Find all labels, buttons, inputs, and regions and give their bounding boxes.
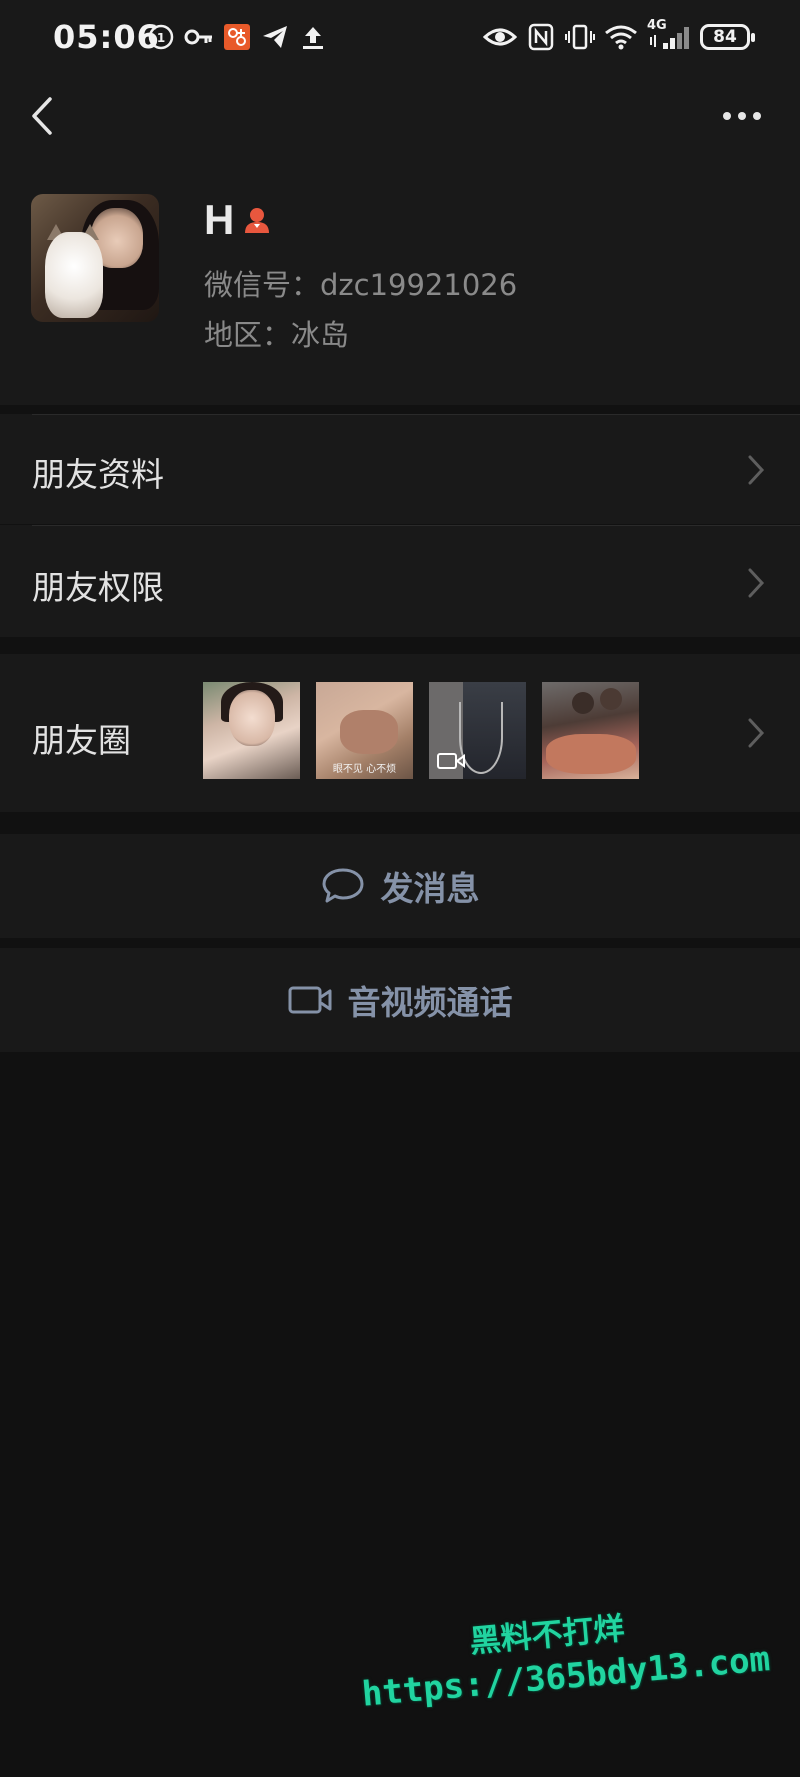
region: 地区：冰岛: [204, 318, 350, 352]
more-options-button[interactable]: [714, 96, 770, 136]
video-camera-icon: [288, 978, 332, 1022]
video-camera-icon: [437, 753, 465, 769]
status-bar: 05:06 1 4G 84: [0, 0, 800, 76]
telegram-icon: [260, 22, 290, 52]
row-divider: [32, 414, 800, 415]
moments-thumbnail: [203, 682, 300, 779]
app-notification-icon: [222, 22, 252, 52]
profile-name: H: [204, 196, 235, 243]
vpn-key-icon: [184, 22, 214, 52]
cellular-signal-icon: 4G: [647, 18, 691, 52]
female-gender-icon: [242, 205, 272, 235]
back-button[interactable]: [22, 92, 62, 140]
network-type-label: 4G: [647, 18, 667, 33]
eye-icon: [483, 22, 517, 52]
vibrate-icon: [565, 22, 595, 52]
more-dots-icon: [723, 112, 761, 120]
status-time: 05:06: [53, 18, 160, 56]
contact-profile-page: 05:06 1 4G 84 H 微信号：dzc19921026 地区：冰岛 朋友…: [0, 0, 800, 1777]
profile-name-row: H: [204, 196, 272, 244]
friend-permissions-label: 朋友权限: [32, 568, 164, 607]
moments-row[interactable]: 朋友圈 眼不见 心不烦: [0, 654, 800, 812]
upload-icon: [298, 22, 328, 52]
row-divider: [32, 525, 800, 526]
status-right-icons: 4G 84: [483, 18, 755, 52]
moments-label: 朋友圈: [32, 721, 131, 760]
chevron-right-icon: [748, 718, 765, 748]
video-call-label: 音视频通话: [347, 983, 513, 1022]
back-chevron-icon: [32, 97, 52, 135]
friend-info-row[interactable]: 朋友资料: [0, 414, 800, 524]
status-left-icons: 1: [146, 22, 328, 52]
chevron-right-icon: [748, 568, 765, 598]
battery-indicator: 84: [700, 24, 755, 50]
friend-permissions-row[interactable]: 朋友权限: [0, 525, 800, 637]
moments-thumbnail-caption: 眼不见 心不烦: [332, 764, 397, 775]
moments-thumbnails: 眼不见 心不烦: [203, 682, 639, 779]
nfc-icon: [526, 22, 556, 52]
moments-thumbnail: [429, 682, 526, 779]
moments-thumbnail: [542, 682, 639, 779]
video-call-button[interactable]: 音视频通话: [0, 948, 800, 1052]
friend-info-label: 朋友资料: [32, 455, 164, 494]
chat-bubble-icon: [321, 864, 365, 908]
send-message-button[interactable]: 发消息: [0, 834, 800, 938]
send-message-label: 发消息: [380, 869, 480, 908]
data-saver-icon: 1: [146, 22, 176, 52]
svg-text:1: 1: [157, 31, 165, 45]
avatar[interactable]: [31, 194, 159, 322]
wifi-icon: [604, 22, 638, 52]
moments-thumbnail: 眼不见 心不烦: [316, 682, 413, 779]
chevron-right-icon: [748, 455, 765, 485]
watermark: 黑料不打烊 https://365bdy13.com: [356, 1590, 771, 1715]
wechat-id: 微信号：dzc19921026: [204, 268, 518, 302]
